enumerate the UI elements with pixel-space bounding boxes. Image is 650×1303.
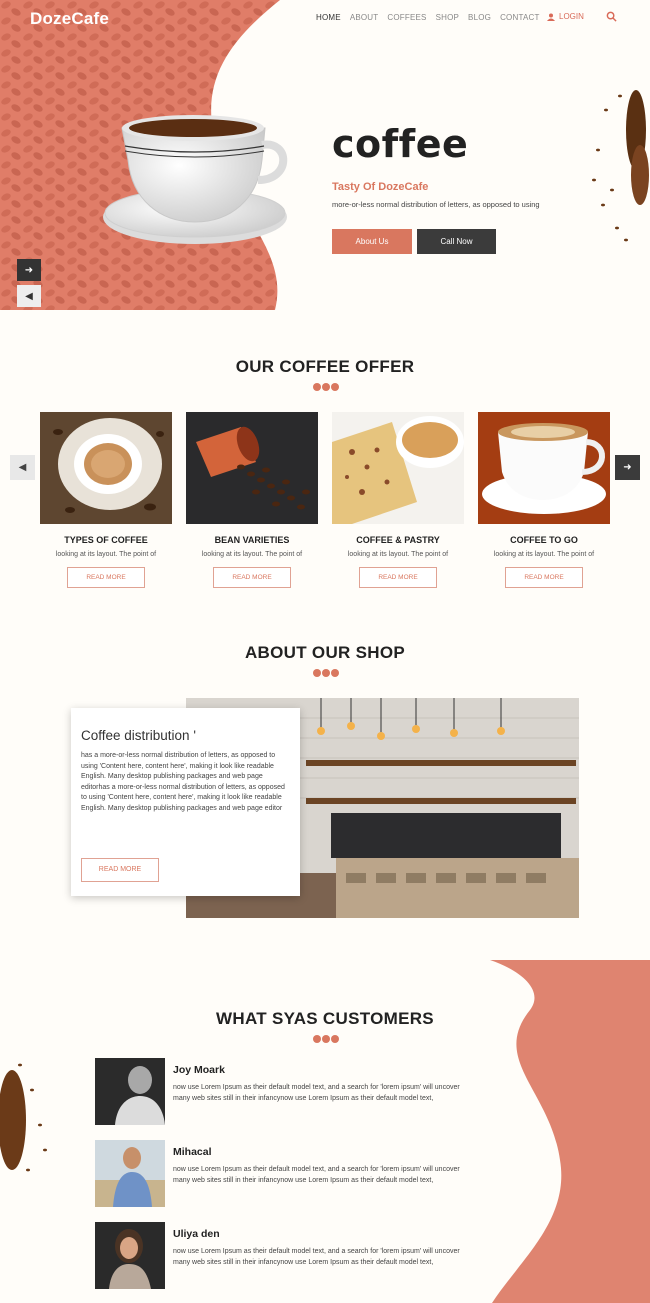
- title-dots: [313, 383, 339, 391]
- login-link[interactable]: LOGIN: [547, 12, 584, 21]
- title-dots: [313, 669, 339, 677]
- customer-avatar: [95, 1140, 165, 1207]
- read-more-button[interactable]: READ MORE: [67, 567, 145, 588]
- customer-text: now use Lorem Ipsum as their default mod…: [173, 1084, 460, 1102]
- offer-desc: looking at its layout. The point of: [201, 551, 303, 558]
- offer-name: COFFEE TO GO: [510, 535, 578, 545]
- user-icon: [547, 13, 555, 21]
- offer-prev-button[interactable]: ◀: [10, 455, 35, 480]
- offer-next-button[interactable]: ➜: [615, 455, 640, 480]
- testimonial-item: Uliya den now use Lorem Ipsum as their d…: [95, 1222, 475, 1289]
- offer-card: TYPES OF COFFEE looking at its layout. T…: [40, 412, 172, 588]
- customer-name: Joy Moark: [173, 1064, 225, 1076]
- offer-desc: looking at its layout. The point of: [347, 551, 449, 558]
- coffee-beans-image: [186, 412, 318, 524]
- customer-text: now use Lorem Ipsum as their default mod…: [173, 1166, 460, 1184]
- customers-section-title: WHAT SYAS CUSTOMERS: [216, 1009, 434, 1028]
- hero-description: more-or-less normal distribution of lett…: [332, 200, 540, 209]
- nav-coffees[interactable]: COFFEES: [387, 13, 426, 22]
- customer-name: Mihacal: [173, 1146, 212, 1158]
- customer-avatar: [95, 1222, 165, 1289]
- coffee-cup-image: [40, 412, 172, 524]
- hero-section: DozeCafe HOME ABOUT COFFEES SHOP BLOG CO…: [0, 0, 650, 310]
- about-heading: Coffee distribution ': [81, 728, 196, 743]
- coffee-to-go-image: [478, 412, 610, 524]
- about-card: Coffee distribution ' has a more-or-less…: [71, 708, 300, 896]
- offer-desc: looking at its layout. The point of: [493, 551, 595, 558]
- about-read-more-button[interactable]: READ MORE: [81, 858, 159, 882]
- offer-card: COFFEE & PASTRY looking at its layout. T…: [332, 412, 464, 588]
- offer-name: BEAN VARIETIES: [214, 535, 290, 545]
- login-label: LOGIN: [559, 12, 584, 21]
- slider-prev-button[interactable]: ◀: [17, 285, 41, 307]
- offer-card: BEAN VARIETIES looking at its layout. Th…: [186, 412, 318, 588]
- logo[interactable]: DozeCafe: [30, 9, 109, 29]
- arrow-right-icon: ➜: [623, 462, 632, 473]
- nav-about[interactable]: ABOUT: [350, 13, 379, 22]
- read-more-button[interactable]: READ MORE: [359, 567, 437, 588]
- about-us-button[interactable]: About Us: [332, 229, 412, 254]
- arrow-right-icon: ➜: [24, 264, 34, 276]
- customer-text: now use Lorem Ipsum as their default mod…: [173, 1248, 460, 1266]
- nav-home[interactable]: HOME: [316, 13, 341, 22]
- arrow-left-icon: ◀: [18, 462, 27, 473]
- about-section-title: ABOUT OUR SHOP: [244, 643, 406, 662]
- customer-name: Uliya den: [173, 1228, 220, 1240]
- slider-next-button[interactable]: ➜: [17, 259, 41, 281]
- offer-section-title: OUR COFFEE OFFER: [235, 357, 415, 376]
- testimonial-item: Mihacal now use Lorem Ipsum as their def…: [95, 1140, 475, 1207]
- testimonial-item: Joy Moark now use Lorem Ipsum as their d…: [95, 1058, 475, 1125]
- offer-name: TYPES OF COFFEE: [64, 535, 148, 545]
- search-icon[interactable]: [606, 11, 617, 22]
- arrow-left-icon: ◀: [25, 290, 33, 302]
- customer-avatar: [95, 1058, 165, 1125]
- offer-desc: looking at its layout. The point of: [55, 551, 157, 558]
- hero-background: [0, 0, 649, 310]
- read-more-button[interactable]: READ MORE: [213, 567, 291, 588]
- nav-shop[interactable]: SHOP: [436, 13, 459, 22]
- main-nav: HOME ABOUT COFFEES SHOP BLOG CONTACT: [316, 13, 540, 22]
- offer-name: COFFEE & PASTRY: [356, 535, 440, 545]
- hero-title: coffee: [332, 122, 469, 166]
- hero-subtitle: Tasty Of DozeCafe: [332, 181, 429, 193]
- read-more-button[interactable]: READ MORE: [505, 567, 583, 588]
- coffee-pastry-image: [332, 412, 464, 524]
- call-now-button[interactable]: Call Now: [417, 229, 496, 254]
- nav-blog[interactable]: BLOG: [468, 13, 491, 22]
- title-dots: [313, 1035, 339, 1043]
- about-text: has a more-or-less normal distribution o…: [81, 752, 285, 812]
- offer-card: COFFEE TO GO looking at its layout. The …: [478, 412, 610, 588]
- nav-contact[interactable]: CONTACT: [500, 13, 539, 22]
